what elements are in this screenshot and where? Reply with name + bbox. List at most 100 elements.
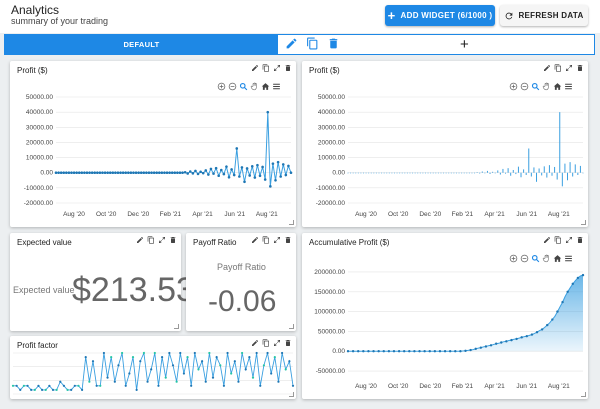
resize-handle[interactable]	[289, 220, 294, 225]
data-point	[367, 350, 370, 353]
data-point	[266, 351, 269, 355]
data-point	[80, 171, 84, 175]
data-point	[287, 164, 290, 168]
resize-handle[interactable]	[289, 324, 294, 329]
add-widget-button[interactable]: + ADD WIDGET (6/1000 )	[385, 5, 495, 26]
data-point	[30, 388, 33, 391]
data-point	[535, 331, 539, 334]
profit-bar	[427, 172, 429, 174]
data-point	[75, 171, 78, 175]
y-tick-label: 50000.00	[26, 94, 53, 101]
resize-handle[interactable]	[581, 392, 586, 397]
y-tick-label: 40000.00	[318, 109, 345, 116]
data-point	[95, 384, 98, 387]
copy-icon[interactable]	[147, 236, 155, 244]
y-tick-label: 30000.00	[26, 124, 53, 131]
profit-bar	[370, 172, 372, 174]
profit-bar	[365, 172, 367, 174]
edit-icon[interactable]	[136, 236, 144, 244]
profit-bar	[404, 172, 406, 174]
data-point	[433, 350, 437, 353]
widget-payoff-ratio: Payoff Ratio Payoff Ratio -0.06	[186, 233, 296, 331]
data-point	[77, 171, 81, 175]
data-point	[217, 174, 220, 178]
data-point	[215, 356, 218, 359]
profit-bar	[393, 172, 395, 174]
data-point	[128, 372, 131, 375]
data-point	[191, 172, 195, 175]
profit-bar	[430, 172, 432, 174]
delete-icon[interactable]	[327, 37, 340, 50]
data-point	[160, 356, 164, 359]
resize-handle[interactable]	[174, 324, 179, 329]
data-point	[33, 388, 36, 391]
data-point	[408, 350, 411, 353]
data-point	[170, 171, 174, 175]
edit-icon[interactable]	[251, 236, 259, 244]
profit-bar	[489, 172, 491, 174]
data-point	[515, 337, 518, 341]
profit-bar	[386, 172, 388, 174]
data-point	[88, 171, 91, 175]
fullscreen-icon[interactable]	[273, 236, 281, 244]
data-point	[62, 171, 66, 175]
data-point	[101, 171, 104, 175]
data-point	[233, 360, 236, 363]
profit-bar	[383, 172, 385, 174]
x-tick-label: Apr '21	[484, 211, 505, 218]
profit-bar	[461, 172, 463, 174]
fullscreen-icon[interactable]	[158, 236, 166, 244]
data-point	[448, 350, 452, 353]
add-tab-button[interactable]: +	[460, 35, 469, 54]
data-point	[556, 310, 559, 313]
x-tick-label: Dec '20	[419, 211, 441, 218]
data-point	[263, 178, 267, 181]
data-point	[270, 372, 273, 375]
data-point	[382, 350, 385, 353]
accumulative-area	[348, 275, 583, 352]
y-tick-label: 10000.00	[318, 155, 345, 162]
data-point	[546, 323, 549, 327]
refresh-data-button[interactable]: REFRESH DATA	[500, 5, 588, 26]
profit-bar	[497, 170, 499, 173]
resize-handle[interactable]	[289, 392, 294, 397]
expected-value-number: $213.53	[72, 271, 195, 309]
profit-bar	[432, 172, 434, 174]
data-point	[222, 172, 226, 176]
profit-bar	[455, 172, 457, 174]
data-point	[186, 356, 189, 359]
profit-bar	[505, 172, 507, 174]
data-point	[194, 169, 197, 173]
profit-bar	[443, 172, 445, 174]
resize-handle[interactable]	[581, 220, 586, 225]
profit-bar	[362, 172, 364, 174]
widget-expected-value: Expected value Expected value $213.53	[10, 233, 195, 331]
data-point	[102, 351, 106, 355]
x-tick-label: Apr '21	[192, 211, 213, 218]
data-point	[259, 384, 262, 387]
delete-icon[interactable]	[169, 236, 177, 244]
profit-bar	[368, 172, 370, 174]
data-point	[291, 384, 295, 387]
data-point	[142, 351, 146, 355]
data-point	[57, 171, 60, 175]
profit-bar	[350, 172, 352, 174]
copy-icon[interactable]	[262, 236, 270, 244]
x-tick-label: Feb '21	[452, 211, 474, 218]
x-tick-label: Aug '20	[63, 211, 85, 218]
data-point	[70, 388, 73, 391]
data-point	[146, 380, 149, 383]
x-tick-label: Dec '20	[127, 211, 149, 218]
delete-icon[interactable]	[284, 236, 292, 244]
data-point	[106, 171, 109, 175]
data-point	[168, 171, 171, 175]
data-point	[484, 345, 488, 348]
edit-icon[interactable]	[285, 37, 298, 50]
copy-icon[interactable]	[306, 37, 319, 50]
data-point	[387, 350, 391, 353]
tab-default[interactable]: DEFAULT	[5, 35, 278, 54]
data-point	[183, 170, 187, 174]
data-point	[110, 356, 113, 359]
data-point	[163, 171, 166, 175]
profit-bar	[523, 169, 525, 173]
